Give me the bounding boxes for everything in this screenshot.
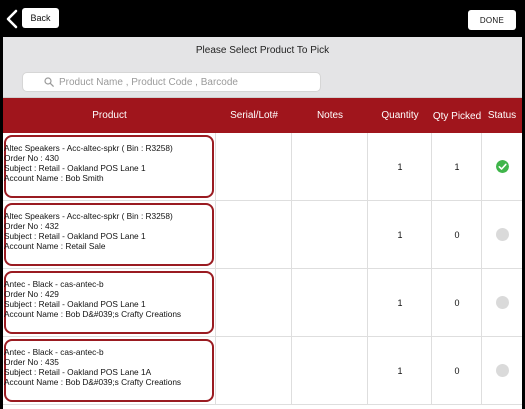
table-row[interactable]: Antec - Black - cas-antec-b Order No : 4… [3,337,522,405]
chevron-left-icon[interactable] [5,9,19,29]
qty-picked-cell[interactable]: 0 [432,201,482,268]
quantity-value: 1 [397,365,403,376]
qty-picked-cell[interactable]: 0 [432,337,482,404]
table-row[interactable]: Altec Speakers - Acc-altec-spkr ( Bin : … [3,201,522,269]
qty-picked-value: 0 [454,365,460,376]
account-name: Account Name : Bob Smith [4,173,104,183]
order-number: Order No : 429 [4,289,59,299]
status-cell [482,269,522,336]
product-name: Antec - Black - cas-antec-b [4,347,104,357]
account-name: Account Name : Retail Sale [4,241,106,251]
product-cell[interactable]: Antec - Black - cas-antec-b Order No : 4… [3,269,216,336]
table-header: Product Serial/Lot# Notes Quantity Qty P… [3,98,522,133]
qty-picked-cell[interactable]: 1 [432,133,482,200]
quantity-value: 1 [397,229,403,240]
table-row[interactable]: Antec - Black - cas-antec-b Order No : 4… [3,269,522,337]
product-cell[interactable]: Antec - Black - cas-antec-b Order No : 4… [3,337,216,404]
done-button[interactable]: DONE [468,10,516,30]
notes-cell[interactable] [292,269,368,336]
search-input[interactable] [59,76,299,88]
account-name: Account Name : Bob D&#039;s Crafty Creat… [4,377,182,387]
status-cell [482,201,522,268]
quantity-cell: 1 [368,269,432,336]
quantity-cell: 1 [368,201,432,268]
product-cell[interactable]: Altec Speakers - Acc-altec-spkr ( Bin : … [3,133,216,200]
product-info: Antec - Black - cas-antec-b Order No : 4… [4,347,181,387]
status-pending-icon [496,364,509,377]
status-pending-icon [496,296,509,309]
subject: Subject : Retail - Oakland POS Lane 1 [4,299,146,309]
app-window: Back DONE Please Select Product To Pick … [0,0,525,409]
title-bar: Please Select Product To Pick [3,37,522,98]
product-info: Altec Speakers - Acc-altec-spkr ( Bin : … [4,211,173,251]
column-header-product: Product [92,110,127,121]
subject: Subject : Retail - Oakland POS Lane 1 [4,231,146,241]
qty-picked-value: 0 [454,229,460,240]
qty-picked-value: 1 [454,161,460,172]
serial-cell[interactable] [216,269,292,336]
quantity-cell: 1 [368,133,432,200]
order-number: Order No : 432 [4,221,59,231]
quantity-value: 1 [397,297,403,308]
notes-cell[interactable] [292,133,368,200]
serial-cell[interactable] [216,337,292,404]
account-name: Account Name : Bob D&#039;s Crafty Creat… [4,309,182,319]
back-button[interactable]: Back [22,8,59,28]
top-bar: Back DONE [0,0,525,37]
column-header-notes: Notes [316,110,344,121]
column-header-quantity: Quantity [381,110,419,121]
search-icon [44,77,54,87]
product-name: Antec - Black - cas-antec-b [4,279,104,289]
page-title: Please Select Product To Pick [195,45,330,56]
product-cell[interactable]: Altec Speakers - Acc-altec-spkr ( Bin : … [3,201,216,268]
serial-cell[interactable] [216,133,292,200]
subject: Subject : Retail - Oakland POS Lane 1 [4,163,146,173]
serial-cell[interactable] [216,201,292,268]
product-info: Altec Speakers - Acc-altec-spkr ( Bin : … [4,143,173,183]
check-circle-icon [496,160,509,173]
notes-cell[interactable] [292,201,368,268]
quantity-value: 1 [397,161,403,172]
search-bar[interactable] [22,72,321,92]
column-header-serial: Serial/Lot# [230,110,278,121]
qty-picked-cell[interactable]: 0 [432,269,482,336]
quantity-cell: 1 [368,337,432,404]
order-number: Order No : 430 [4,153,59,163]
column-header-status: Status [487,110,517,121]
product-name: Altec Speakers - Acc-altec-spkr ( Bin : … [4,143,173,153]
status-cell [482,337,522,404]
main-content: Please Select Product To Pick Product Se… [3,37,522,409]
product-name: Altec Speakers - Acc-altec-spkr ( Bin : … [4,211,173,221]
column-header-qty-picked: Qty Picked [432,111,482,122]
notes-cell[interactable] [292,337,368,404]
status-pending-icon [496,228,509,241]
order-number: Order No : 435 [4,357,59,367]
product-info: Antec - Black - cas-antec-b Order No : 4… [4,279,181,319]
table-row[interactable]: Altec Speakers - Acc-altec-spkr ( Bin : … [3,133,522,201]
status-cell [482,133,522,200]
qty-picked-value: 0 [454,297,460,308]
subject: Subject : Retail - Oakland POS Lane 1A [4,367,152,377]
